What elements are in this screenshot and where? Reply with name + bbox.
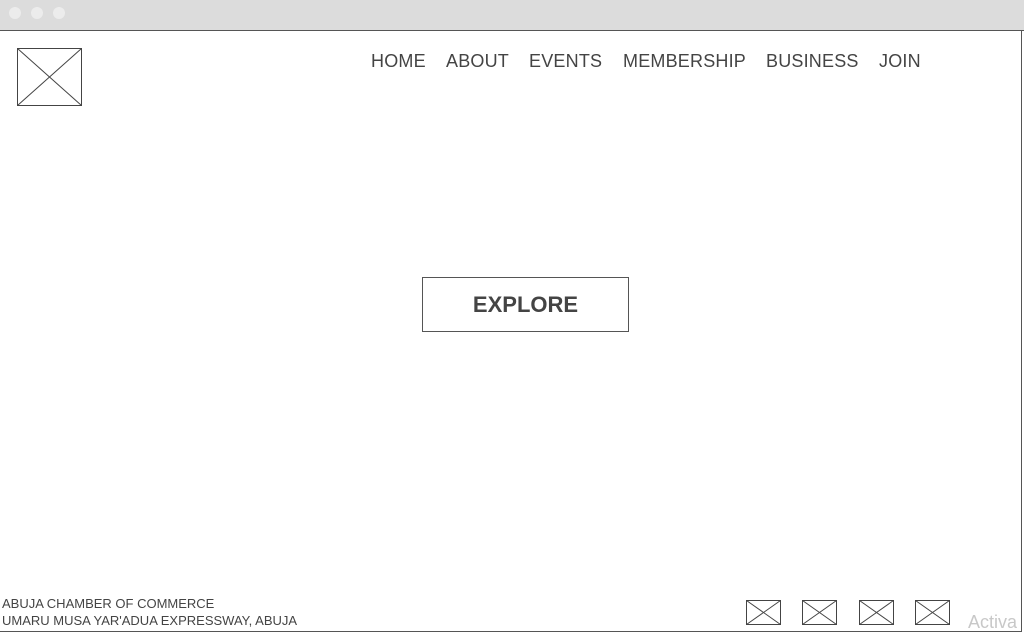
window-close-dot[interactable] (9, 7, 21, 19)
explore-button[interactable]: EXPLORE (422, 277, 629, 332)
social-icon-4-placeholder[interactable] (915, 600, 950, 625)
window-titlebar (0, 0, 1024, 31)
footer-address: UMARU MUSA YAR'ADUA EXPRESSWAY, ABUJA (2, 613, 298, 628)
nav-item-about[interactable]: ABOUT (446, 50, 509, 72)
social-icon-3-placeholder[interactable] (859, 600, 894, 625)
nav-item-membership[interactable]: MEMBERSHIP (623, 50, 746, 72)
logo-image-placeholder[interactable] (17, 48, 82, 106)
nav-item-events[interactable]: EVENTS (529, 50, 602, 72)
nav-item-join[interactable]: JOIN (879, 50, 921, 72)
window-maximize-dot[interactable] (53, 7, 65, 19)
window-minimize-dot[interactable] (31, 7, 43, 19)
social-icon-2-placeholder[interactable] (802, 600, 837, 625)
social-icon-1-placeholder[interactable] (746, 600, 781, 625)
activation-watermark: Activa (968, 612, 1018, 632)
footer-org-name: ABUJA CHAMBER OF COMMERCE (2, 596, 215, 611)
nav-item-home[interactable]: HOME (371, 50, 426, 72)
nav-item-business[interactable]: BUSINESS (766, 50, 859, 72)
